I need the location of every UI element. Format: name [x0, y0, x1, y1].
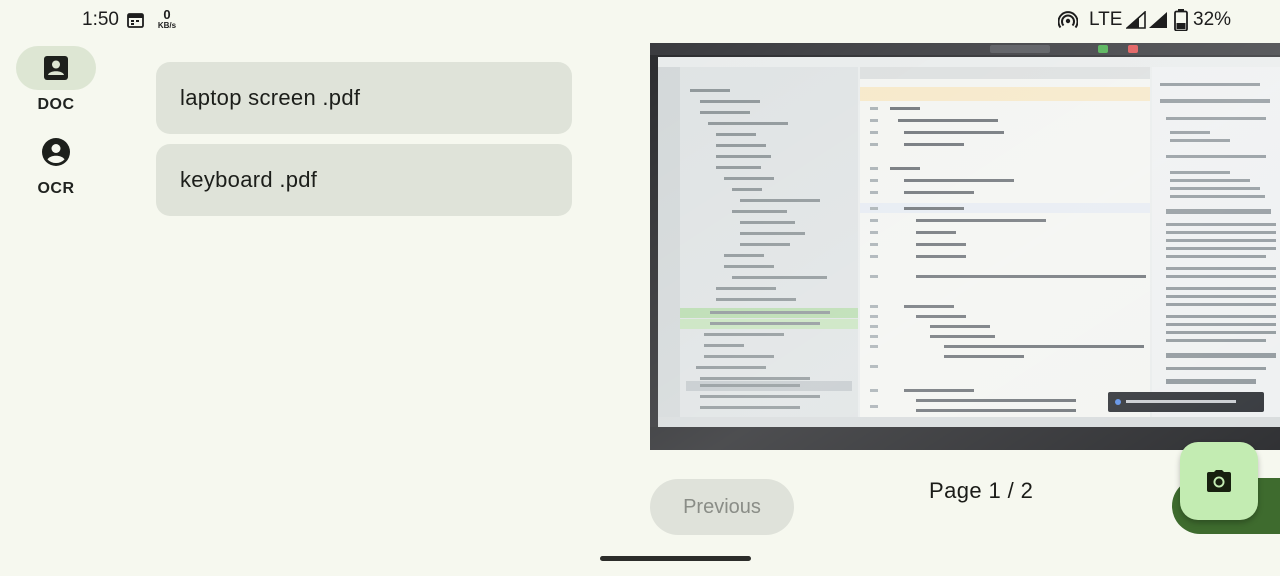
- pdf-page-preview: [650, 43, 1280, 450]
- battery-percentage: 32%: [1193, 9, 1232, 30]
- page-indicator: Page 1 / 2: [929, 478, 1034, 503]
- nav-rail-doc-label: DOC: [37, 96, 75, 113]
- signal-icon: [1126, 11, 1146, 29]
- network-type: LTE: [1089, 9, 1123, 30]
- calendar-icon: [127, 13, 144, 28]
- nav-rail-ocr[interactable]: OCR: [16, 130, 96, 198]
- nav-rail-doc[interactable]: DOC: [16, 46, 96, 114]
- status-bar: 1:50 0 KB/s LTE 32%: [0, 0, 1280, 40]
- file-name: laptop screen .pdf: [180, 85, 361, 110]
- hotspot-icon: [1058, 11, 1078, 29]
- battery-icon: [1174, 9, 1188, 31]
- file-name: keyboard .pdf: [180, 167, 318, 192]
- network-speed-value: 0: [163, 7, 171, 22]
- document-icon: [44, 56, 68, 80]
- file-list-item[interactable]: keyboard .pdf: [156, 144, 572, 216]
- home-indicator[interactable]: [600, 556, 751, 561]
- nav-rail-ocr-indicator: [16, 130, 96, 174]
- network-speed-unit: KB/s: [157, 21, 177, 30]
- file-list-item[interactable]: laptop screen .pdf: [156, 62, 572, 134]
- screen-photo-image: [650, 43, 1280, 450]
- previous-page-button[interactable]: Previous: [650, 479, 794, 535]
- account-circle-icon: [42, 138, 70, 166]
- nav-rail-ocr-label: OCR: [37, 180, 75, 197]
- network-speed: 0 KB/s: [156, 8, 178, 30]
- nav-rail-doc-indicator: [16, 46, 96, 90]
- camera-fab-button[interactable]: [1180, 442, 1258, 520]
- camera-icon: [1207, 470, 1231, 492]
- signal-icon-2: [1149, 12, 1167, 28]
- status-time: 1:50: [82, 9, 119, 30]
